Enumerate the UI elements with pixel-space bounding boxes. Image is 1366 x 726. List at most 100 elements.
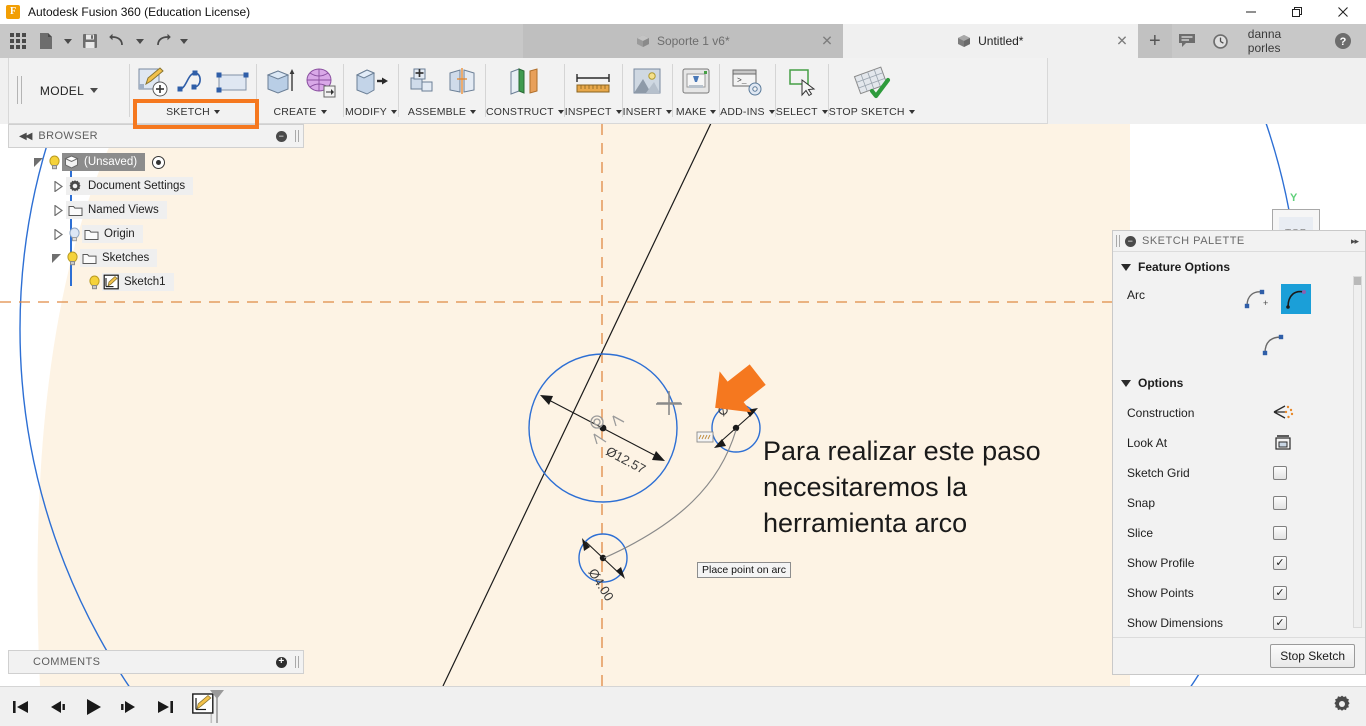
undo-dropdown[interactable] bbox=[132, 25, 148, 57]
look-at-icon[interactable] bbox=[1273, 433, 1293, 454]
expander-right-icon[interactable] bbox=[50, 178, 66, 194]
tree-item-origin[interactable]: Origin bbox=[8, 222, 304, 246]
browser-minimize-icon[interactable]: − bbox=[276, 130, 287, 142]
arc-center-point-button[interactable] bbox=[1281, 284, 1311, 314]
chevron-down-icon[interactable] bbox=[1121, 263, 1131, 271]
save-icon[interactable] bbox=[76, 25, 104, 57]
show-profile-checkbox[interactable]: ✓ bbox=[1273, 556, 1287, 570]
timeline-settings-gear-icon[interactable] bbox=[1332, 694, 1352, 719]
palette-minimize-icon[interactable]: − bbox=[1125, 235, 1136, 247]
ribbon-label-inspect[interactable]: INSPECT bbox=[565, 102, 622, 122]
3d-print-icon[interactable] bbox=[677, 62, 715, 102]
slice-checkbox[interactable] bbox=[1273, 526, 1287, 540]
tab-close-icon[interactable]: ✕ bbox=[1116, 33, 1128, 50]
ribbon-label-sketch[interactable]: SKETCH bbox=[130, 102, 256, 122]
tree-item-sketch1[interactable]: Sketch1 bbox=[8, 270, 304, 294]
spline-icon[interactable] bbox=[174, 62, 212, 102]
stop-sketch-button[interactable]: Stop Sketch bbox=[1270, 644, 1355, 668]
timeline-feature-sketch1[interactable] bbox=[192, 689, 236, 724]
press-pull-icon[interactable] bbox=[348, 62, 394, 102]
palette-row-slice[interactable]: Slice bbox=[1113, 518, 1365, 548]
palette-row-show-points[interactable]: Show Points ✓ bbox=[1113, 578, 1365, 608]
ribbon-label-make[interactable]: MAKE bbox=[673, 102, 719, 122]
expander-down-icon[interactable] bbox=[30, 154, 46, 170]
stop-sketch-icon[interactable] bbox=[849, 62, 895, 102]
expander-right-icon[interactable] bbox=[50, 226, 66, 242]
comments-resize-grip[interactable] bbox=[295, 656, 299, 668]
visibility-bulb-icon[interactable] bbox=[64, 251, 80, 266]
chevron-down-icon[interactable] bbox=[1121, 379, 1131, 387]
ribbon-label-construct[interactable]: CONSTRUCT bbox=[486, 102, 564, 122]
tree-item-sketches[interactable]: Sketches bbox=[8, 246, 304, 270]
palette-row-sketch-grid[interactable]: Sketch Grid bbox=[1113, 458, 1365, 488]
activate-component-radio[interactable] bbox=[152, 155, 166, 169]
go-to-beginning-icon[interactable] bbox=[10, 695, 32, 719]
visibility-bulb-icon[interactable] bbox=[66, 227, 82, 242]
expander-down-icon[interactable] bbox=[48, 250, 64, 266]
section-options[interactable]: Options bbox=[1113, 362, 1365, 398]
tree-item-named-views[interactable]: Named Views bbox=[8, 198, 304, 222]
user-name[interactable]: danna porles bbox=[1238, 27, 1325, 55]
palette-drag-grip[interactable] bbox=[1115, 235, 1123, 247]
redo-dropdown[interactable] bbox=[176, 25, 192, 57]
scripts-addins-icon[interactable]: >_ bbox=[728, 62, 766, 102]
new-tab-button[interactable]: + bbox=[1137, 24, 1172, 58]
undo-icon[interactable] bbox=[104, 25, 132, 57]
tab-soporte-1[interactable]: Soporte 1 v6* ✕ bbox=[522, 24, 843, 58]
arc-3-point-button[interactable]: + bbox=[1241, 284, 1271, 314]
create-form-icon[interactable] bbox=[301, 62, 339, 102]
expander-right-icon[interactable] bbox=[50, 202, 66, 218]
arc-tangent-button[interactable] bbox=[1259, 330, 1289, 360]
new-document-icon[interactable] bbox=[32, 25, 60, 57]
joint-icon[interactable] bbox=[443, 62, 481, 102]
tree-item-document-settings[interactable]: Document Settings bbox=[8, 174, 304, 198]
close-button[interactable] bbox=[1320, 0, 1366, 24]
offset-plane-icon[interactable] bbox=[502, 62, 548, 102]
new-document-dropdown[interactable] bbox=[60, 25, 76, 57]
step-back-icon[interactable] bbox=[46, 695, 68, 719]
section-feature-options[interactable]: Feature Options bbox=[1113, 252, 1365, 282]
extrude-icon[interactable] bbox=[261, 62, 299, 102]
chevron-down-icon[interactable] bbox=[90, 88, 99, 93]
measure-icon[interactable] bbox=[570, 62, 616, 102]
tab-close-icon[interactable]: ✕ bbox=[821, 33, 833, 50]
show-points-checkbox[interactable]: ✓ bbox=[1273, 586, 1287, 600]
ribbon-label-select[interactable]: SELECT bbox=[776, 102, 828, 122]
ribbon-label-stop-sketch[interactable]: STOP SKETCH bbox=[829, 102, 915, 122]
palette-row-snap[interactable]: Snap bbox=[1113, 488, 1365, 518]
insert-image-icon[interactable] bbox=[628, 62, 666, 102]
minimize-button[interactable] bbox=[1228, 0, 1274, 24]
new-component-icon[interactable] bbox=[403, 62, 441, 102]
palette-expand-icon[interactable]: ▸▸ bbox=[1351, 236, 1359, 247]
ribbon-label-addins[interactable]: ADD-INS bbox=[720, 102, 775, 122]
go-to-end-icon[interactable] bbox=[154, 695, 176, 719]
collapse-left-icon[interactable]: ◀◀ bbox=[19, 131, 32, 142]
palette-row-show-profile[interactable]: Show Profile ✓ bbox=[1113, 548, 1365, 578]
add-comment-icon[interactable]: + bbox=[276, 656, 287, 668]
palette-row-show-dimensions[interactable]: Show Dimensions ✓ bbox=[1113, 608, 1365, 637]
palette-row-look-at[interactable]: Look At bbox=[1113, 428, 1365, 458]
redo-icon[interactable] bbox=[148, 25, 176, 57]
maximize-button[interactable] bbox=[1274, 0, 1320, 24]
browser-resize-grip[interactable] bbox=[295, 130, 299, 142]
palette-row-construction[interactable]: Construction bbox=[1113, 398, 1365, 428]
show-dimensions-checkbox[interactable]: ✓ bbox=[1273, 616, 1287, 630]
tree-item-unsaved[interactable]: (Unsaved) bbox=[8, 150, 304, 174]
construction-icon[interactable] bbox=[1273, 404, 1295, 423]
sketch-grid-checkbox[interactable] bbox=[1273, 466, 1287, 480]
app-grid-icon[interactable] bbox=[4, 25, 32, 57]
ribbon-label-modify[interactable]: MODIFY bbox=[344, 102, 398, 122]
comment-icon[interactable] bbox=[1172, 25, 1203, 57]
visibility-bulb-icon[interactable] bbox=[46, 155, 62, 170]
play-icon[interactable] bbox=[82, 695, 104, 719]
select-icon[interactable] bbox=[783, 62, 821, 102]
ribbon-label-assemble[interactable]: ASSEMBLE bbox=[399, 102, 485, 122]
ribbon-label-insert[interactable]: INSERT bbox=[623, 102, 673, 122]
tab-untitled[interactable]: Untitled* ✕ bbox=[842, 24, 1138, 58]
help-icon[interactable]: ? bbox=[1327, 25, 1358, 57]
visibility-bulb-icon[interactable] bbox=[86, 275, 102, 290]
ribbon-label-create[interactable]: CREATE bbox=[257, 102, 343, 122]
snap-checkbox[interactable] bbox=[1273, 496, 1287, 510]
workspace-selector[interactable]: MODEL bbox=[9, 58, 129, 123]
step-forward-icon[interactable] bbox=[118, 695, 140, 719]
